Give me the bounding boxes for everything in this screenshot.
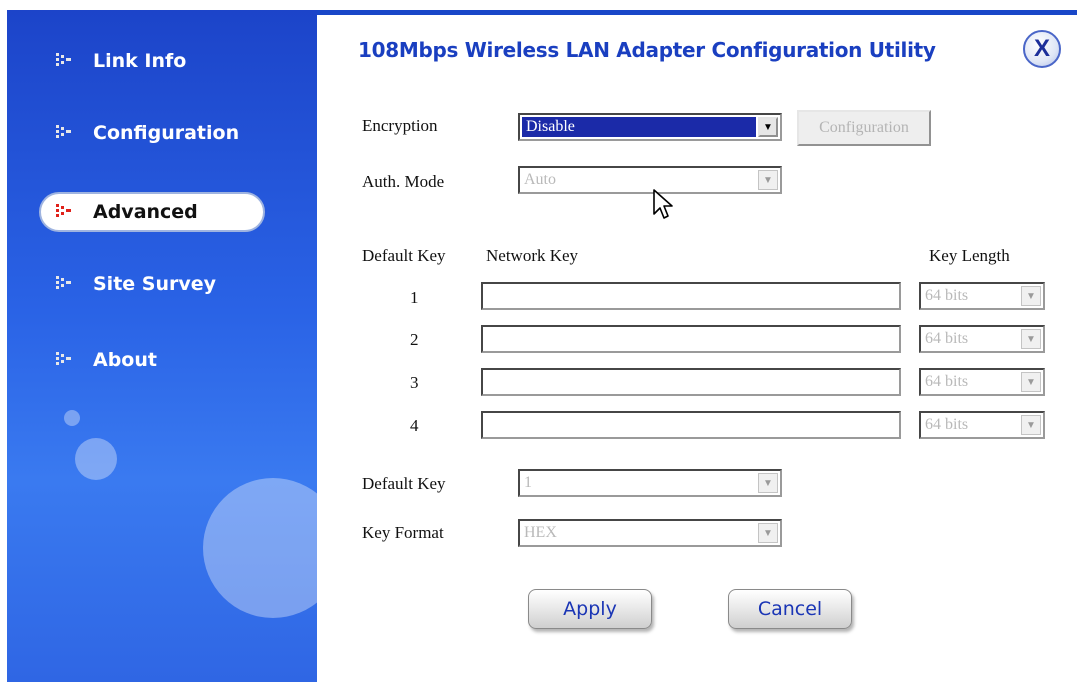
header-key-length: Key Length — [929, 246, 1010, 265]
auth-mode-value: Auto — [524, 171, 556, 188]
key-row-index: 4 — [410, 416, 419, 435]
chevron-down-icon[interactable]: ▼ — [1021, 329, 1041, 349]
key-format-label: Key Format — [362, 523, 444, 542]
default-key-select[interactable]: 1 ▼ — [518, 469, 782, 497]
default-key-label: Default Key — [362, 474, 446, 493]
key-length-value: 64 bits — [925, 373, 969, 390]
bullet-icon — [53, 349, 75, 371]
default-key-value: 1 — [524, 474, 532, 491]
key-row-index: 1 — [410, 288, 419, 307]
cancel-button[interactable]: Cancel — [728, 589, 852, 629]
key-length-select-4[interactable]: 64 bits ▼ — [919, 411, 1045, 439]
key-length-value: 64 bits — [925, 416, 969, 433]
sidebar-item-label: About — [93, 349, 157, 371]
header-default-key: Default Key — [362, 246, 446, 265]
bullet-icon — [53, 50, 75, 72]
sidebar-item-advanced[interactable]: Advanced — [39, 192, 265, 232]
app-window: Link Info Configuration Advanced Site Su… — [0, 0, 1077, 682]
network-key-input-1[interactable] — [481, 282, 901, 310]
decor-bubble-small — [64, 410, 80, 426]
key-format-value: HEX — [524, 524, 557, 541]
encryption-select[interactable]: Disable ▼ — [518, 113, 782, 141]
apply-button[interactable]: Apply — [528, 589, 652, 629]
decor-bubble-medium — [75, 438, 117, 480]
bullet-icon — [53, 122, 75, 144]
close-icon: X — [1033, 35, 1050, 62]
sidebar-item-label: Advanced — [93, 201, 198, 223]
key-format-select[interactable]: HEX ▼ — [518, 519, 782, 547]
sidebar-item-site-survey[interactable]: Site Survey — [7, 266, 216, 302]
bullet-icon — [53, 273, 75, 295]
sidebar-item-about[interactable]: About — [7, 342, 157, 378]
network-key-input-2[interactable] — [481, 325, 901, 353]
key-length-select-3[interactable]: 64 bits ▼ — [919, 368, 1045, 396]
encryption-configuration-button[interactable]: Configuration — [797, 110, 931, 146]
chevron-down-icon[interactable]: ▼ — [1021, 415, 1041, 435]
key-length-select-1[interactable]: 64 bits ▼ — [919, 282, 1045, 310]
sidebar-item-configuration[interactable]: Configuration — [7, 115, 239, 151]
encryption-label: Encryption — [362, 116, 438, 135]
sidebar-item-link-info[interactable]: Link Info — [7, 43, 186, 79]
sidebar-item-label: Configuration — [93, 122, 240, 144]
chevron-down-icon[interactable]: ▼ — [758, 170, 778, 190]
key-length-value: 64 bits — [925, 330, 969, 347]
network-key-input-3[interactable] — [481, 368, 901, 396]
chevron-down-icon[interactable]: ▼ — [1021, 286, 1041, 306]
chevron-down-icon[interactable]: ▼ — [1021, 372, 1041, 392]
auth-mode-select[interactable]: Auto ▼ — [518, 166, 782, 194]
mouse-cursor-icon — [652, 188, 674, 227]
key-length-value: 64 bits — [925, 287, 969, 304]
chevron-down-icon[interactable]: ▼ — [758, 473, 778, 493]
bullet-icon — [53, 201, 75, 223]
chevron-down-icon[interactable]: ▼ — [758, 117, 778, 137]
key-row-index: 2 — [410, 330, 419, 349]
sidebar-item-label: Site Survey — [93, 273, 217, 295]
page-title: 108Mbps Wireless LAN Adapter Configurati… — [358, 38, 936, 62]
sidebar-item-label: Link Info — [93, 50, 187, 72]
encryption-value: Disable — [522, 117, 756, 137]
decor-bubble-large — [203, 478, 317, 618]
header-network-key: Network Key — [486, 246, 579, 265]
sidebar: Link Info Configuration Advanced Site Su… — [7, 10, 317, 682]
key-length-select-2[interactable]: 64 bits ▼ — [919, 325, 1045, 353]
top-border — [315, 10, 1077, 15]
close-button[interactable]: X — [1023, 30, 1061, 68]
chevron-down-icon[interactable]: ▼ — [758, 523, 778, 543]
network-key-input-4[interactable] — [481, 411, 901, 439]
key-row-index: 3 — [410, 373, 419, 392]
auth-mode-label: Auth. Mode — [362, 172, 445, 191]
